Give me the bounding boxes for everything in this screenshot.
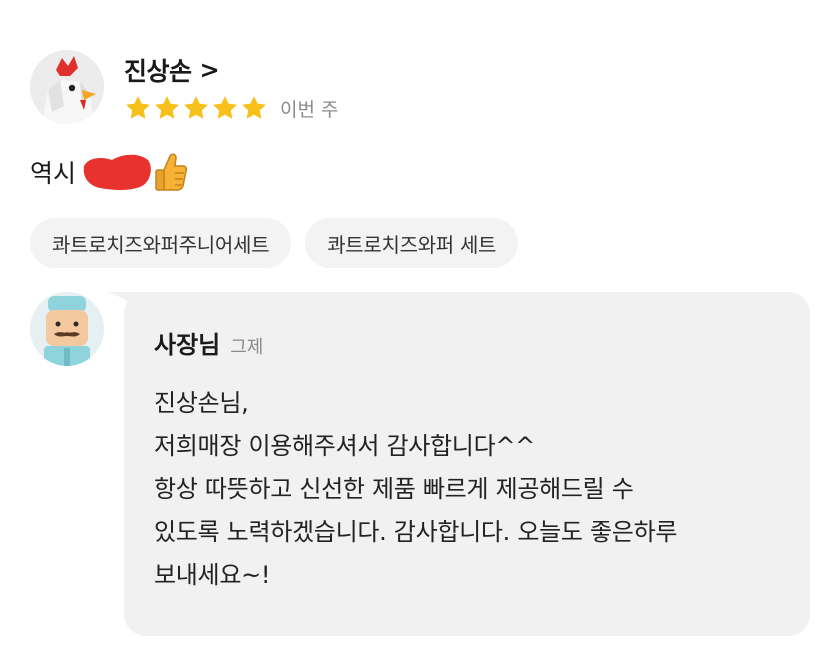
star-icon: [155, 96, 179, 119]
reviewer-name-link[interactable]: 진상손 >: [124, 52, 220, 88]
star-icon: [126, 96, 150, 119]
reply-line: 진상손님,: [154, 389, 249, 417]
star-rating: [124, 94, 268, 122]
owner-reply-text: 진상손님, 저희매장 이용해주셔서 감사합니다^^ 항상 따뜻하고 신선한 제품…: [154, 382, 794, 597]
reply-line: 있도록 노력하겠습니다. 감사합니다. 오늘도 좋은하루: [154, 518, 678, 546]
star-icon: [184, 96, 208, 119]
reviewer-avatar[interactable]: [30, 50, 104, 124]
chicken-avatar-icon: [30, 50, 104, 124]
reply-line: 보내세요~!: [154, 561, 271, 589]
reply-line: 항상 따뜻하고 신선한 제품 빠르게 제공해드릴 수: [154, 475, 634, 503]
thumbs-up-icon: [155, 153, 188, 191]
reply-date: 그제: [230, 337, 264, 358]
owner-header: 사장님 그제: [154, 325, 263, 360]
owner-avatar: [30, 292, 104, 366]
menu-chips: 콰트로치즈와퍼주니어세트 콰트로치즈와퍼 세트: [30, 218, 519, 268]
review-text: 역시: [30, 159, 77, 188]
star-icon: [242, 96, 266, 119]
chevron-right-icon: >: [199, 56, 220, 84]
review-card: 진상손 > 이번 주 역시 콰트로치즈와퍼주니어세트 콰트로치즈와퍼 세트 사장…: [0, 0, 840, 646]
rating-row: 이번 주: [124, 94, 338, 122]
review-date: 이번 주: [280, 98, 339, 121]
chef-avatar-icon: [30, 292, 104, 366]
reviewer-name: 진상손: [124, 57, 192, 86]
reply-line: 저희매장 이용해주셔서 감사합니다^^: [154, 432, 535, 460]
menu-chip[interactable]: 콰트로치즈와퍼 세트: [305, 218, 519, 268]
owner-name: 사장님: [154, 331, 221, 359]
star-icon: [213, 96, 237, 119]
menu-chip[interactable]: 콰트로치즈와퍼주니어세트: [30, 218, 292, 268]
redaction-mark: [83, 154, 151, 190]
review-body: 역시: [30, 150, 188, 194]
